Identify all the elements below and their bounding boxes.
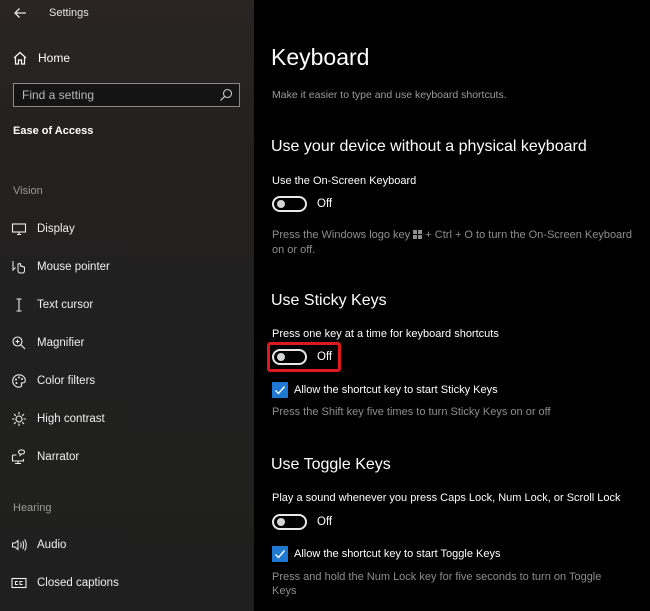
option-label-sticky-keys: Press one key at a time for keyboard sho… bbox=[272, 328, 499, 340]
page-description: Make it easier to type and use keyboard … bbox=[272, 89, 507, 101]
toggle-state-label: Off bbox=[317, 351, 333, 363]
toggle-state-label: Off bbox=[317, 198, 333, 210]
group-label-hearing: Hearing bbox=[13, 502, 52, 514]
on-screen-keyboard-hint: Press the Windows logo key + Ctrl + O to… bbox=[272, 228, 632, 257]
mouse-pointer-icon bbox=[11, 259, 27, 275]
sidebar-item-color-filters[interactable]: Color filters bbox=[11, 372, 95, 390]
color-filters-icon bbox=[11, 373, 27, 389]
sidebar-item-label: High contrast bbox=[37, 413, 105, 425]
home-icon bbox=[12, 50, 28, 66]
section-title: Ease of Access bbox=[13, 125, 94, 137]
magnifier-icon bbox=[11, 335, 27, 351]
sidebar-item-text-cursor[interactable]: Text cursor bbox=[11, 296, 93, 314]
toggle-keys-shortcut-checkbox[interactable]: Allow the shortcut key to start Toggle K… bbox=[272, 546, 500, 562]
option-label-toggle-keys: Play a sound whenever you press Caps Loc… bbox=[272, 492, 621, 504]
toggle-keys-hint: Press and hold the Num Lock key for five… bbox=[272, 571, 602, 597]
option-label-on-screen-keyboard: Use the On-Screen Keyboard bbox=[272, 175, 417, 187]
closed-captions-icon bbox=[11, 575, 27, 591]
sidebar-item-label: Display bbox=[37, 223, 75, 235]
back-button[interactable] bbox=[12, 5, 28, 21]
section-heading-on-screen-keyboard: Use your device without a physical keybo… bbox=[271, 138, 587, 155]
sidebar-item-narrator[interactable]: Narrator bbox=[11, 448, 79, 466]
sidebar-item-magnifier[interactable]: Magnifier bbox=[11, 334, 84, 352]
hint-text-before-icon: Press the Windows logo key bbox=[272, 229, 411, 241]
checkbox-label: Allow the shortcut key to start Toggle K… bbox=[294, 548, 501, 560]
sidebar-item-display[interactable]: Display bbox=[11, 220, 75, 238]
section-heading-sticky-keys: Use Sticky Keys bbox=[271, 292, 387, 309]
main-content: Keyboard Make it easier to type and use … bbox=[254, 0, 650, 611]
sidebar-item-label: Color filters bbox=[37, 375, 96, 387]
sidebar-item-closed-captions[interactable]: Closed captions bbox=[11, 574, 119, 592]
toggle-knob bbox=[277, 353, 285, 361]
on-screen-keyboard-toggle[interactable]: Off bbox=[272, 196, 332, 212]
app-title: Settings bbox=[49, 7, 89, 19]
back-arrow-icon bbox=[14, 8, 26, 18]
sidebar-item-label: Text cursor bbox=[37, 299, 94, 311]
checkmark-icon bbox=[275, 386, 286, 395]
sticky-keys-hint: Press the Shift key five times to turn S… bbox=[272, 406, 551, 418]
sidebar-item-label: Audio bbox=[37, 539, 67, 551]
text-cursor-icon bbox=[11, 297, 27, 313]
toggle-switch[interactable] bbox=[272, 514, 307, 530]
toggle-switch[interactable] bbox=[272, 196, 307, 212]
windows-logo-icon bbox=[413, 229, 423, 243]
checkbox[interactable] bbox=[272, 546, 288, 562]
search-box[interactable] bbox=[13, 83, 240, 107]
sidebar-item-mouse-pointer[interactable]: Mouse pointer bbox=[11, 258, 110, 276]
narrator-icon bbox=[11, 449, 27, 465]
audio-icon bbox=[11, 537, 27, 553]
toggle-knob bbox=[277, 518, 285, 526]
toggle-knob bbox=[277, 200, 285, 208]
sidebar-item-home[interactable]: Home bbox=[12, 49, 70, 67]
checkbox-label: Allow the shortcut key to start Sticky K… bbox=[294, 384, 498, 396]
search-input[interactable] bbox=[14, 84, 219, 106]
sticky-keys-shortcut-checkbox[interactable]: Allow the shortcut key to start Sticky K… bbox=[272, 382, 498, 398]
checkbox[interactable] bbox=[272, 382, 288, 398]
sidebar-item-label: Closed captions bbox=[37, 577, 119, 589]
sticky-keys-toggle[interactable]: Off bbox=[272, 349, 332, 365]
sidebar-item-audio[interactable]: Audio bbox=[11, 536, 66, 554]
toggle-keys-toggle[interactable]: Off bbox=[272, 514, 332, 530]
display-icon bbox=[11, 221, 27, 237]
toggle-switch[interactable] bbox=[272, 349, 307, 365]
sidebar: Settings Home Ease of Access Vision Disp… bbox=[0, 0, 254, 611]
home-label: Home bbox=[38, 51, 71, 65]
toggle-state-label: Off bbox=[317, 516, 333, 528]
sidebar-item-label: Magnifier bbox=[37, 337, 85, 349]
title-bar: Settings bbox=[0, 0, 254, 28]
checkmark-icon bbox=[275, 550, 286, 559]
sidebar-item-high-contrast[interactable]: High contrast bbox=[11, 410, 105, 428]
high-contrast-icon bbox=[11, 411, 27, 427]
search-icon[interactable] bbox=[219, 88, 233, 102]
group-label-vision: Vision bbox=[13, 185, 43, 197]
sidebar-item-label: Mouse pointer bbox=[37, 261, 110, 273]
sidebar-item-label: Narrator bbox=[37, 451, 80, 463]
section-heading-toggle-keys: Use Toggle Keys bbox=[271, 456, 391, 473]
page-title: Keyboard bbox=[271, 44, 370, 70]
